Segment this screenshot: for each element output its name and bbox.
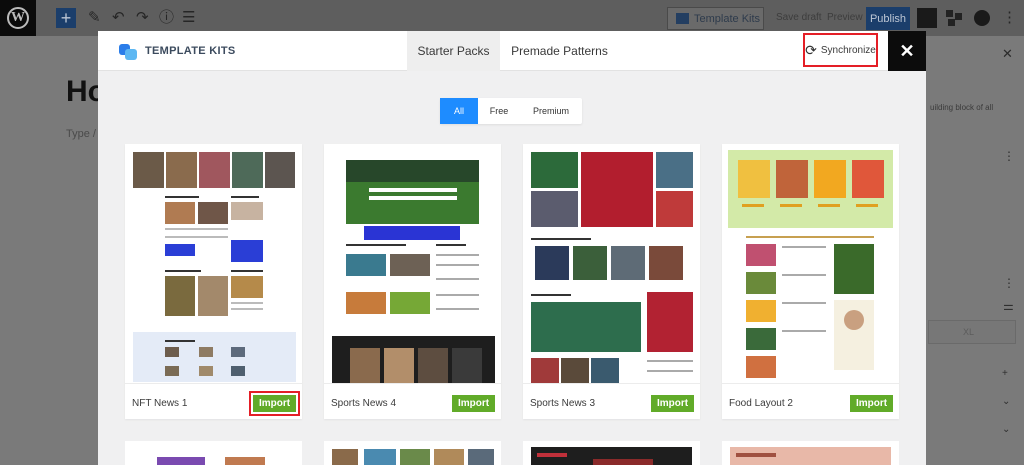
kit-thumbnail[interactable] <box>324 144 501 384</box>
template-kits-logo <box>119 42 137 60</box>
kit-thumbnail[interactable] <box>722 144 899 384</box>
kit-thumbnail[interactable] <box>125 144 302 384</box>
kit-name: Sports News 3 <box>530 398 596 409</box>
blocks-icon[interactable] <box>944 8 964 28</box>
filter-group: All Free Premium <box>440 98 582 124</box>
kit-card[interactable] <box>125 441 302 465</box>
pen-icon[interactable]: ✎ <box>88 9 101 27</box>
import-button[interactable]: Import <box>850 395 893 412</box>
template-kits-icon <box>676 13 689 24</box>
undo-icon[interactable]: ↶ <box>112 9 125 27</box>
options-icon[interactable]: ⋮ <box>1002 9 1017 27</box>
kit-thumbnail[interactable] <box>523 144 700 384</box>
tab-starter-packs[interactable]: Starter Packs <box>407 31 500 71</box>
kit-card[interactable] <box>523 441 700 465</box>
kit-card[interactable]: Sports News 3 Import <box>523 144 700 419</box>
more-options-icon[interactable]: ⋮ <box>1003 277 1015 289</box>
tab-premade-patterns[interactable]: Premade Patterns <box>503 31 616 71</box>
import-button[interactable]: Import <box>651 395 694 412</box>
kit-card[interactable]: NFT News 1 Import <box>125 144 302 419</box>
save-draft-link[interactable]: Save draft <box>776 12 822 23</box>
template-kits-button[interactable]: Template Kits <box>667 7 764 30</box>
wordpress-logo[interactable]: W <box>0 0 36 36</box>
add-block-button[interactable]: + <box>56 8 76 28</box>
import-button[interactable]: Import <box>249 391 300 416</box>
template-kits-modal: TEMPLATE KITS Starter Packs Premade Patt… <box>98 31 926 465</box>
publish-button[interactable]: Publish <box>866 7 910 30</box>
modal-title: TEMPLATE KITS <box>145 45 236 57</box>
filter-premium[interactable]: Premium <box>520 98 582 124</box>
kit-name: NFT News 1 <box>132 398 188 409</box>
filter-free[interactable]: Free <box>478 98 520 124</box>
more-options-icon[interactable]: ⋮ <box>1003 150 1015 162</box>
filter-all[interactable]: All <box>440 98 478 124</box>
chevron-down-icon[interactable]: ⌄ <box>1002 424 1010 435</box>
settings-icon[interactable] <box>917 8 937 28</box>
block-placeholder[interactable]: Type / <box>66 128 96 140</box>
settings-sliders-icon[interactable]: ⚌ <box>1003 300 1014 312</box>
synchronize-label: Synchronize <box>820 44 876 56</box>
close-button[interactable]: ✕ <box>888 31 926 71</box>
sidebar-description: uilding block of all <box>930 103 994 112</box>
close-sidebar-icon[interactable]: ✕ <box>1002 46 1013 62</box>
info-icon[interactable]: ⓘ <box>159 9 174 27</box>
kit-card[interactable]: Sports News 4 Import <box>324 144 501 419</box>
refresh-icon: ⟳ <box>805 41 817 58</box>
kit-name: Sports News 4 <box>331 398 397 409</box>
redo-icon[interactable]: ↷ <box>136 9 149 27</box>
kit-card[interactable] <box>324 441 501 465</box>
plugin-icon[interactable] <box>972 8 992 28</box>
chevron-down-icon[interactable]: ⌄ <box>1002 396 1010 407</box>
expand-icon[interactable]: + <box>1002 368 1008 379</box>
import-button[interactable]: Import <box>452 395 495 412</box>
kit-card[interactable]: Food Layout 2 Import <box>722 144 899 419</box>
kit-card[interactable] <box>722 441 899 465</box>
size-field[interactable]: XL <box>928 320 1016 344</box>
kit-name: Food Layout 2 <box>729 398 793 409</box>
preview-link[interactable]: Preview <box>827 12 863 23</box>
modal-header: TEMPLATE KITS Starter Packs Premade Patt… <box>98 31 926 71</box>
list-view-icon[interactable]: ☰ <box>182 9 195 27</box>
wordpress-icon: W <box>7 7 29 29</box>
synchronize-button[interactable]: ⟳ Synchronize <box>803 33 878 67</box>
